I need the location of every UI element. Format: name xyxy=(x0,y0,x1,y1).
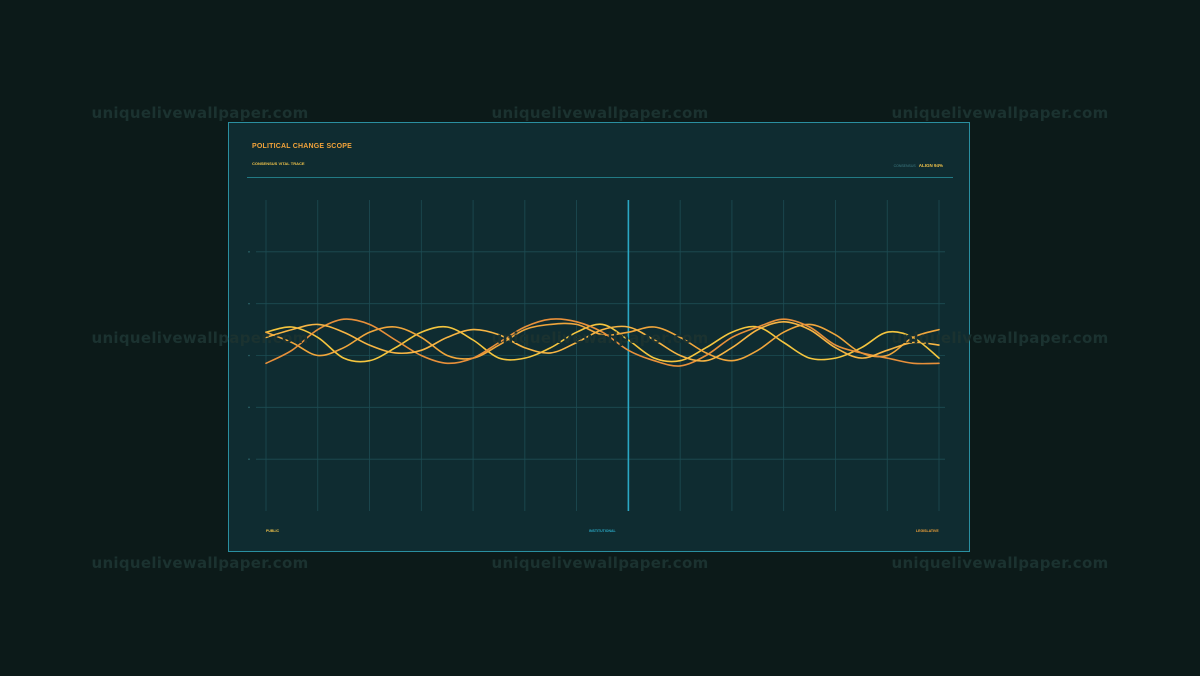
y-tick-mark xyxy=(248,406,250,409)
watermark: uniquelivewallpaper.com xyxy=(891,554,1109,572)
watermark: uniquelivewallpaper.com xyxy=(91,329,309,347)
watermark: uniquelivewallpaper.com xyxy=(91,554,309,572)
y-tick-mark xyxy=(248,354,250,357)
y-tick-mark xyxy=(248,302,250,305)
watermark: uniquelivewallpaper.com xyxy=(891,104,1109,122)
category-label: PUBLIC xyxy=(266,529,280,533)
watermark: uniquelivewallpaper.com xyxy=(91,104,309,122)
watermark: uniquelivewallpaper.com xyxy=(491,329,709,347)
watermark: uniquelivewallpaper.com xyxy=(891,329,1109,347)
category-label: LEGISLATIVE xyxy=(916,529,939,533)
watermark: uniquelivewallpaper.com xyxy=(491,554,709,572)
category-label: INSTITUTIONAL xyxy=(589,529,616,533)
y-tick-mark xyxy=(248,458,250,460)
watermark: uniquelivewallpaper.com xyxy=(491,104,709,122)
wallpaper-background: uniquelivewallpaper.com uniquelivewallpa… xyxy=(0,0,1200,676)
y-tick-mark xyxy=(248,251,250,253)
